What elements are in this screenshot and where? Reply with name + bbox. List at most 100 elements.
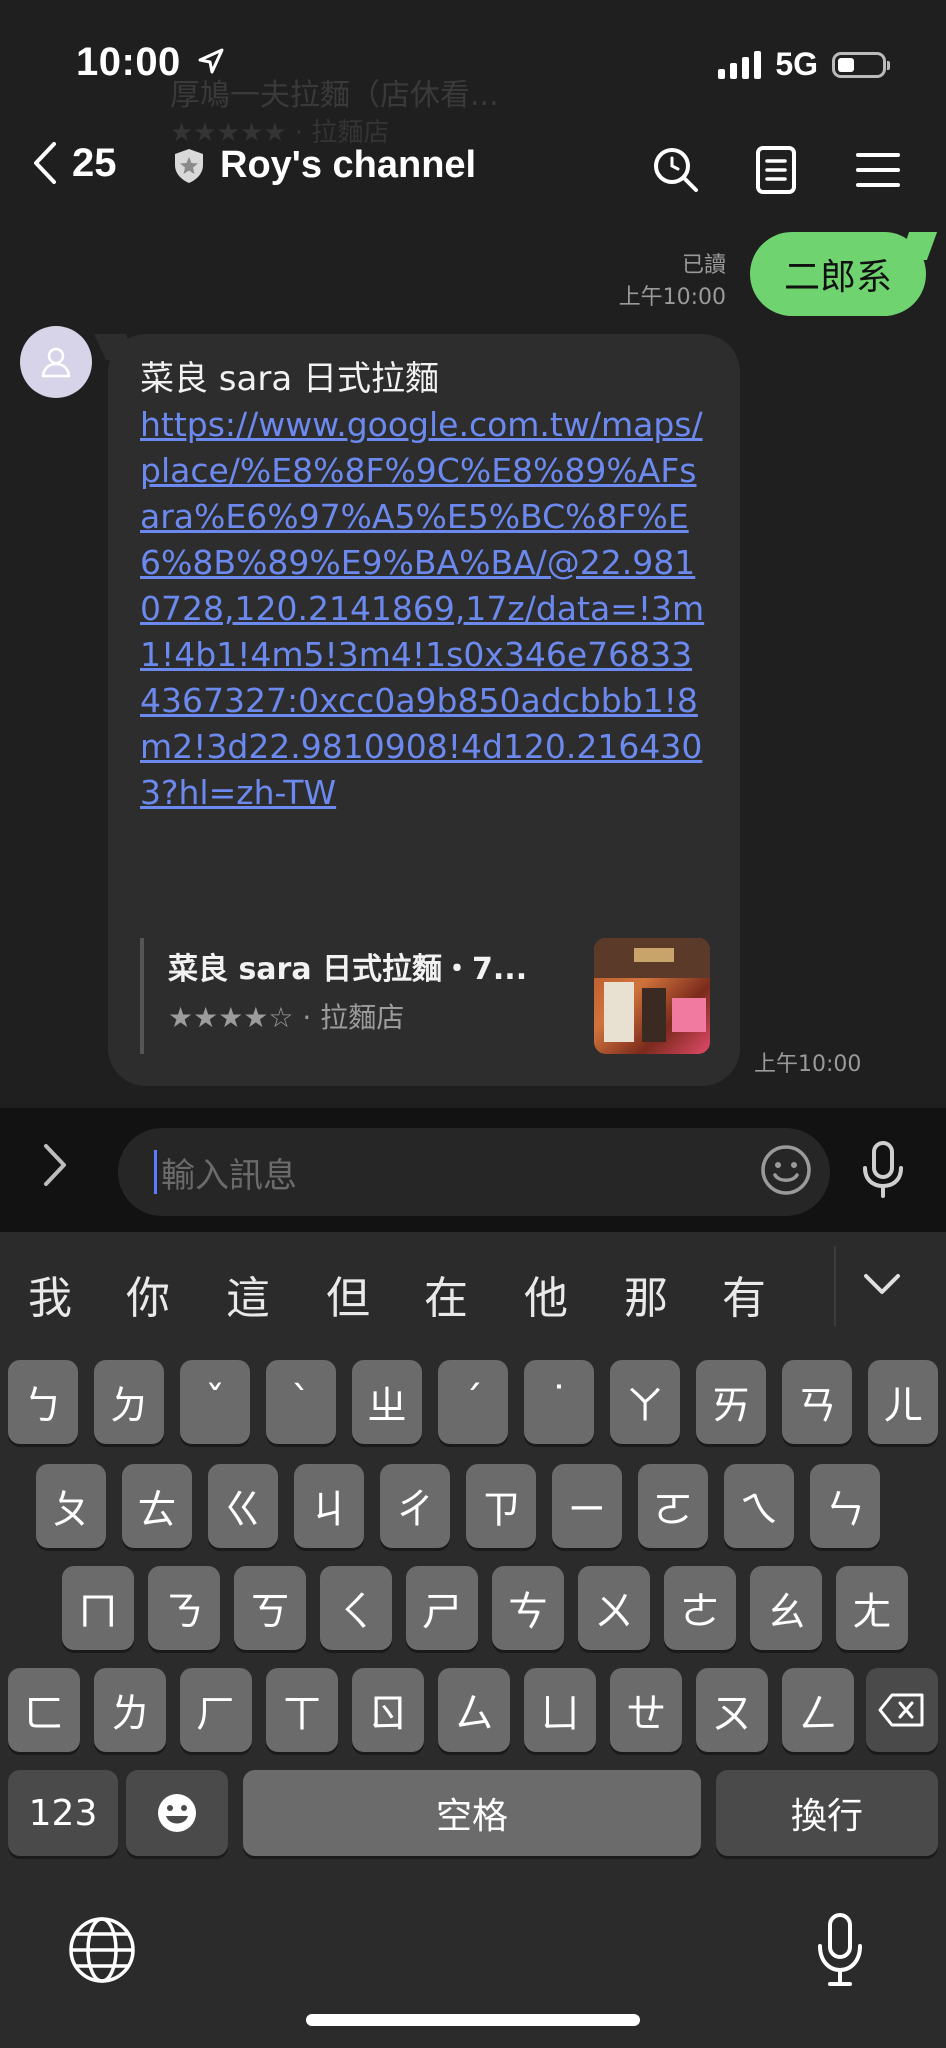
key-zhuyin[interactable]: ˙ xyxy=(524,1360,594,1444)
candidate-word[interactable]: 在 xyxy=(424,1262,468,1326)
chat-title[interactable]: Roy's channel xyxy=(172,144,476,187)
expand-button[interactable] xyxy=(40,1140,70,1194)
sent-message-bubble[interactable]: 二郎系 xyxy=(749,232,926,316)
key-zhuyin[interactable]: ㄑ xyxy=(320,1566,392,1650)
key-zhuyin[interactable]: ㄍ xyxy=(208,1464,278,1548)
note-icon xyxy=(756,146,796,194)
key-zhuyin[interactable]: ㄇ xyxy=(62,1566,134,1650)
collapse-candidates-button[interactable] xyxy=(862,1270,902,1304)
smiley-icon xyxy=(761,1145,811,1195)
globe-button[interactable] xyxy=(66,1914,138,1990)
key-zhuyin[interactable]: ㄛ xyxy=(638,1464,708,1548)
key-zhuyin[interactable]: ㄥ xyxy=(782,1668,854,1752)
home-indicator[interactable] xyxy=(306,2014,640,2026)
delete-key[interactable] xyxy=(866,1668,938,1752)
key-zhuyin[interactable]: ㄈ xyxy=(8,1668,80,1752)
key-zhuyin[interactable]: ㄒ xyxy=(266,1668,338,1752)
key-zhuyin[interactable]: ㄡ xyxy=(696,1668,768,1752)
sent-message-text: 二郎系 xyxy=(783,257,892,298)
key-zhuyin[interactable]: ㄝ xyxy=(610,1668,682,1752)
sent-time: 上午10:00 xyxy=(618,285,726,310)
space-key[interactable]: 空格 xyxy=(243,1770,701,1856)
key-zhuyin[interactable]: ㄌ xyxy=(94,1668,166,1752)
emoji-key[interactable] xyxy=(126,1770,228,1856)
numbers-key[interactable]: 123 xyxy=(8,1770,118,1856)
received-time: 上午10:00 xyxy=(754,1052,862,1077)
key-zhuyin[interactable]: ㄘ xyxy=(492,1566,564,1650)
key-zhuyin[interactable]: ˋ xyxy=(266,1360,336,1444)
key-zhuyin[interactable]: ㄓ xyxy=(352,1360,422,1444)
key-zhuyin[interactable]: ˇ xyxy=(180,1360,250,1444)
status-time: 10:00 xyxy=(76,40,181,84)
key-zhuyin[interactable]: ㄩ xyxy=(524,1668,596,1752)
key-zhuyin[interactable]: ㄜ xyxy=(664,1566,736,1650)
network-label: 5G xyxy=(775,46,818,82)
key-zhuyin[interactable]: ㄤ xyxy=(836,1566,908,1650)
chevron-left-icon xyxy=(34,142,56,184)
key-zhuyin[interactable]: ㄅ xyxy=(8,1360,78,1444)
message-input[interactable]: 輸入訊息 xyxy=(118,1128,830,1216)
key-zhuyin[interactable]: ㄕ xyxy=(406,1566,478,1650)
preview-thumbnail xyxy=(594,938,710,1054)
key-zhuyin[interactable]: ㄎ xyxy=(234,1566,306,1650)
key-zhuyin[interactable]: ㄞ xyxy=(696,1360,766,1444)
menu-button[interactable] xyxy=(850,142,906,198)
emoji-button[interactable] xyxy=(758,1142,814,1202)
key-zhuyin[interactable]: ㄐ xyxy=(294,1464,364,1548)
candidate-word[interactable]: 這 xyxy=(226,1262,270,1326)
key-zhuyin[interactable]: ㄔ xyxy=(380,1464,450,1548)
chevron-right-icon xyxy=(44,1144,66,1186)
key-zhuyin[interactable]: ˊ xyxy=(438,1360,508,1444)
back-button[interactable]: 25 xyxy=(30,140,117,186)
key-zhuyin[interactable]: ㄙ xyxy=(438,1668,510,1752)
hamburger-icon xyxy=(856,153,900,187)
search-icon xyxy=(654,148,698,192)
text-caret xyxy=(154,1150,157,1194)
message-heading: 菜良 sara 日式拉麵 xyxy=(140,359,439,399)
rating-stars: ★★★★☆ xyxy=(168,1001,294,1034)
map-link[interactable]: https://www.google.com.tw/maps/place/%E8… xyxy=(140,402,708,816)
link-preview-card[interactable]: 菜良 sara 日式拉麵・7... ★★★★☆ · 拉麵店 xyxy=(140,938,710,1054)
key-zhuyin[interactable]: ㄖ xyxy=(352,1668,424,1752)
received-message-bubble[interactable]: 菜良 sara 日式拉麵 https://www.google.com.tw/m… xyxy=(108,334,740,1086)
candidate-word[interactable]: 有 xyxy=(722,1262,766,1326)
key-zhuyin[interactable]: ㄠ xyxy=(750,1566,822,1650)
key-zhuyin[interactable]: ㄟ xyxy=(724,1464,794,1548)
globe-icon xyxy=(69,1917,135,1983)
avatar[interactable] xyxy=(20,326,92,398)
voice-input-button[interactable] xyxy=(856,1140,910,1204)
search-button[interactable] xyxy=(648,142,704,198)
candidate-word[interactable]: 他 xyxy=(524,1262,568,1326)
shield-icon xyxy=(175,148,203,183)
microphone-icon xyxy=(863,1141,903,1198)
notes-button[interactable] xyxy=(748,142,804,198)
key-zhuyin[interactable]: ㄏ xyxy=(180,1668,252,1752)
key-zhuyin[interactable]: ㄊ xyxy=(122,1464,192,1548)
key-zhuyin[interactable]: ㄣ xyxy=(810,1464,880,1548)
key-zhuyin[interactable]: ㄧ xyxy=(552,1464,622,1548)
key-zhuyin[interactable]: ㄆ xyxy=(36,1464,106,1548)
return-key[interactable]: 換行 xyxy=(716,1770,938,1856)
signal-icon xyxy=(718,50,762,79)
key-zhuyin[interactable]: ㄚ xyxy=(610,1360,680,1444)
key-zhuyin[interactable]: ㄉ xyxy=(94,1360,164,1444)
preview-category: · 拉麵店 xyxy=(293,1001,405,1034)
candidate-word[interactable]: 但 xyxy=(326,1262,370,1326)
key-zhuyin[interactable]: ㄢ xyxy=(782,1360,852,1444)
candidate-word[interactable]: 你 xyxy=(126,1262,170,1326)
unread-count: 25 xyxy=(72,140,117,185)
microphone-icon xyxy=(818,1913,862,1986)
candidate-word[interactable]: 那 xyxy=(624,1262,668,1326)
key-zhuyin[interactable]: ㄦ xyxy=(868,1360,938,1444)
channel-name: Roy's channel xyxy=(220,144,477,186)
user-icon xyxy=(41,347,71,378)
candidate-word[interactable]: 我 xyxy=(28,1262,72,1326)
key-zhuyin[interactable]: ㄨ xyxy=(578,1566,650,1650)
read-label: 已讀 xyxy=(681,253,726,278)
backspace-icon xyxy=(878,1693,924,1727)
key-zhuyin[interactable]: ㄗ xyxy=(466,1464,536,1548)
read-receipt: 已讀 上午10:00 xyxy=(619,250,726,314)
input-placeholder: 輸入訊息 xyxy=(161,1155,297,1196)
dictation-button[interactable] xyxy=(812,1912,868,1992)
key-zhuyin[interactable]: ㄋ xyxy=(148,1566,220,1650)
